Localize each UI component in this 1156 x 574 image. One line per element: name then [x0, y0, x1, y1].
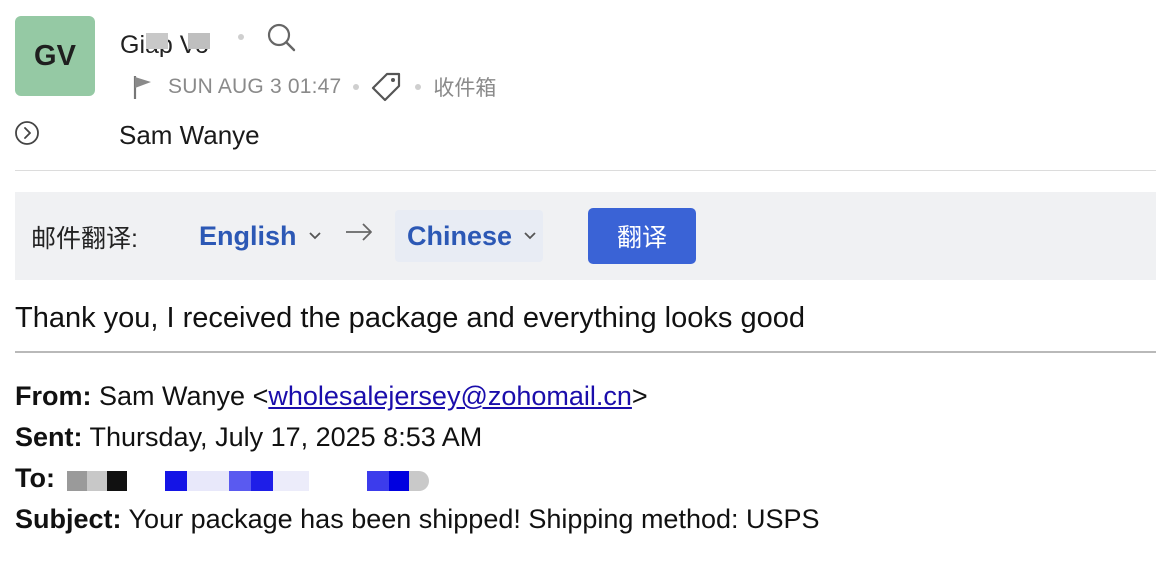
redaction-block [67, 471, 87, 491]
target-language-select[interactable]: Chinese [395, 210, 543, 262]
quoted-header: From: Sam Wanye <wholesalejersey@zohomai… [15, 380, 820, 544]
from-email-link[interactable]: wholesalejersey@zohomail.cn [268, 381, 632, 411]
from-close: > [631, 381, 648, 411]
redaction-block [107, 471, 127, 491]
target-language-value: Chinese [407, 220, 513, 251]
quoted-from: From: Sam Wanye <wholesalejersey@zohomai… [15, 380, 820, 421]
redaction-block [409, 471, 429, 491]
divider [15, 170, 1156, 171]
email-date: SUN AUG 3 01:47 [168, 75, 342, 98]
translate-bar: 邮件翻译: English Chinese 翻译 [15, 192, 1156, 280]
translate-button[interactable]: 翻译 [588, 208, 696, 264]
translate-label: 邮件翻译: [31, 225, 138, 253]
source-language-value: English [199, 220, 297, 251]
subject-value: Your package has been shipped! Shipping … [128, 504, 820, 534]
flag-icon[interactable] [132, 74, 152, 100]
sent-value: Thursday, July 17, 2025 8:53 AM [89, 422, 483, 452]
separator-dot [238, 34, 244, 40]
redaction-block [389, 471, 409, 491]
divider [15, 351, 1156, 353]
redaction-block [187, 471, 229, 491]
redaction-block [229, 471, 251, 491]
quoted-sent: Sent: Thursday, July 17, 2025 8:53 AM [15, 421, 820, 462]
source-language-select[interactable]: English [187, 210, 333, 262]
chevron-down-icon [524, 232, 536, 240]
redaction-block [251, 471, 273, 491]
separator-dot [353, 84, 360, 90]
recipient-name: Sam Wanye [119, 120, 260, 150]
from-label: From: [15, 381, 92, 411]
sent-label: Sent: [15, 422, 83, 452]
redaction-block [87, 471, 107, 491]
separator-dot [415, 84, 422, 90]
sender-row: Giap Vo [120, 14, 296, 60]
redaction-block [188, 33, 210, 49]
chevron-circle-icon[interactable] [14, 120, 40, 146]
avatar[interactable]: GV [15, 16, 95, 96]
from-name: Sam Wanye < [99, 381, 269, 411]
redaction-block [273, 471, 309, 491]
redaction-block [146, 33, 168, 49]
meta-row: SUN AUG 3 01:47 收件箱 [132, 70, 496, 104]
recipient-row: Sam Wanye [14, 118, 314, 154]
email-view: GV Giap Vo SUN AUG 3 01:47 [0, 0, 1156, 574]
redaction-block [165, 471, 187, 491]
chevron-down-icon [308, 232, 321, 240]
redaction-block [367, 471, 389, 491]
sender-name[interactable]: Giap Vo [120, 17, 216, 57]
folder-label[interactable]: 收件箱 [433, 72, 496, 102]
quoted-to: To: [15, 462, 820, 503]
to-label: To: [15, 463, 55, 493]
quoted-subject: Subject: Your package has been shipped! … [15, 503, 820, 544]
subject-label: Subject: [15, 504, 122, 534]
arrow-right-icon [345, 222, 373, 242]
search-icon[interactable] [266, 22, 296, 52]
message-body: Thank you, I received the package and ev… [15, 302, 805, 334]
tag-icon[interactable] [371, 71, 403, 103]
